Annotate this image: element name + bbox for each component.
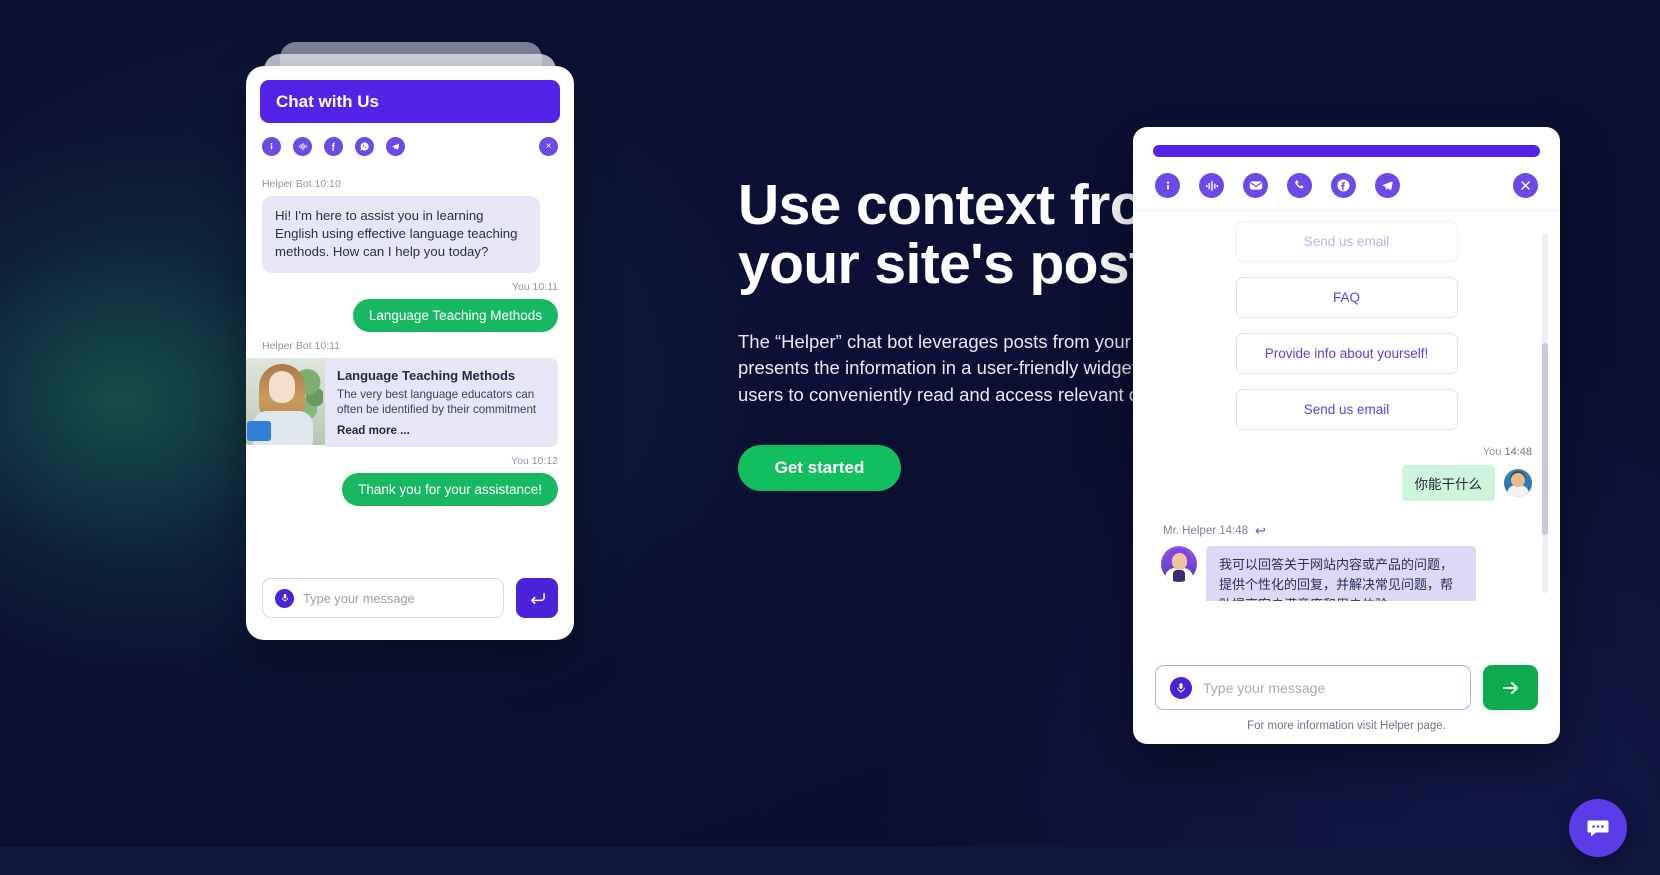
right-widget-header-bar bbox=[1153, 145, 1540, 157]
telegram-icon[interactable] bbox=[1375, 173, 1400, 198]
option-button-faq[interactable]: FAQ bbox=[1235, 277, 1458, 318]
get-started-button[interactable]: Get started bbox=[738, 444, 901, 491]
option-button-send-us-email[interactable]: Send us email bbox=[1235, 389, 1458, 430]
right-send-button[interactable] bbox=[1483, 665, 1538, 710]
bot-meta-label: Mr. Helper 14:48 bbox=[1163, 525, 1249, 537]
left-widget-header: Chat with Us bbox=[260, 80, 560, 123]
left-widget-title: Chat with Us bbox=[276, 91, 379, 111]
message-meta: Helper Bot 10:11 bbox=[262, 339, 341, 352]
bottom-strip bbox=[0, 847, 1660, 875]
right-chat-widget: Send us email FAQ Provide info about you… bbox=[1133, 127, 1560, 744]
right-widget-input-row bbox=[1155, 665, 1538, 710]
user-meta-time: 14:48 bbox=[1504, 446, 1532, 458]
right-message-input[interactable] bbox=[1203, 679, 1456, 696]
chat-bubble-icon bbox=[1587, 820, 1609, 837]
post-card-body: Language Teaching Methods The very best … bbox=[325, 357, 558, 447]
message-meta: Helper Bot 10:10 bbox=[262, 178, 341, 190]
post-title: Language Teaching Methods bbox=[337, 367, 516, 383]
avatar bbox=[1504, 469, 1532, 497]
post-excerpt: The very best language educators can oft… bbox=[337, 387, 537, 417]
page-root: Use context from your site's post The “H… bbox=[0, 0, 1660, 875]
user-message-bubble: Language Teaching Methods bbox=[352, 298, 558, 332]
user-message-bubble: 你能干什么 bbox=[1401, 465, 1495, 501]
left-widget-input-row bbox=[262, 578, 558, 618]
chat-bubble-fab[interactable] bbox=[1569, 799, 1627, 857]
close-icon[interactable]: × bbox=[539, 137, 558, 156]
close-icon[interactable] bbox=[1513, 173, 1538, 198]
voice-wave-icon[interactable] bbox=[293, 137, 312, 156]
info-icon[interactable] bbox=[262, 137, 281, 156]
option-button-provide-info[interactable]: Provide info about yourself! bbox=[1235, 333, 1458, 374]
avatar bbox=[1161, 546, 1197, 582]
whatsapp-icon[interactable] bbox=[355, 137, 374, 156]
microphone-icon[interactable] bbox=[1170, 676, 1192, 699]
bot-message-row: 我可以回答关于网站内容或产品的问题，提供个性化的回复，并解决常见问题，帮助提高客… bbox=[1161, 546, 1532, 601]
telegram-icon[interactable] bbox=[386, 137, 405, 156]
left-widget-icon-bar: × bbox=[246, 123, 574, 166]
right-widget-footer-text: For more information visit Helper page. bbox=[1247, 720, 1446, 732]
bot-message-bubble: 我可以回答关于网站内容或产品的问题，提供个性化的回复，并解决常见问题，帮助提高客… bbox=[1206, 546, 1476, 601]
top-strip bbox=[0, 0, 1660, 16]
right-widget-icon-bar bbox=[1133, 157, 1560, 211]
left-send-button[interactable] bbox=[516, 578, 558, 618]
user-message-meta: You 14:48 bbox=[1161, 446, 1532, 458]
voice-wave-icon[interactable] bbox=[1199, 173, 1224, 198]
user-message-row: 你能干什么 bbox=[1161, 465, 1532, 501]
email-icon[interactable] bbox=[1243, 173, 1268, 198]
facebook-icon[interactable] bbox=[324, 137, 343, 156]
right-widget-bottom: For more information visit Helper page. bbox=[1133, 665, 1560, 744]
scrollbar-thumb[interactable] bbox=[1542, 343, 1548, 535]
microphone-icon[interactable] bbox=[275, 588, 294, 608]
user-message-bubble: Thank you for your assistance! bbox=[342, 472, 558, 506]
info-icon[interactable] bbox=[1155, 173, 1180, 198]
post-card[interactable]: Language Teaching Methods The very best … bbox=[246, 357, 558, 447]
left-chat-widget: Chat with Us × Helper Bot 10:10 Hi! I'm … bbox=[246, 66, 574, 640]
read-more-link[interactable]: Read more ... bbox=[337, 424, 546, 437]
left-message-input[interactable] bbox=[303, 590, 491, 606]
facebook-icon[interactable] bbox=[1331, 173, 1356, 198]
phone-icon[interactable] bbox=[1287, 173, 1312, 198]
right-message-input-wrapper[interactable] bbox=[1155, 665, 1471, 710]
option-button-send-us-email-top[interactable]: Send us email bbox=[1235, 221, 1458, 262]
reply-arrow-icon[interactable]: ↩ bbox=[1255, 523, 1266, 539]
bot-message-bubble: Hi! I'm here to assist you in learning E… bbox=[262, 196, 540, 273]
message-meta: You 10:12 bbox=[511, 454, 558, 467]
bot-message-meta: Mr. Helper 14:48 ↩ bbox=[1163, 523, 1532, 539]
left-chat-widget-stack: Chat with Us × Helper Bot 10:10 Hi! I'm … bbox=[246, 42, 574, 640]
right-widget-messages: Send us email FAQ Provide info about you… bbox=[1133, 211, 1560, 601]
post-thumbnail-image bbox=[246, 357, 325, 445]
user-meta-name: You bbox=[1482, 446, 1502, 458]
left-widget-messages: Helper Bot 10:10 Hi! I'm here to assist … bbox=[246, 166, 574, 506]
message-meta: You 10:11 bbox=[511, 280, 558, 293]
left-message-input-wrapper[interactable] bbox=[262, 578, 504, 618]
